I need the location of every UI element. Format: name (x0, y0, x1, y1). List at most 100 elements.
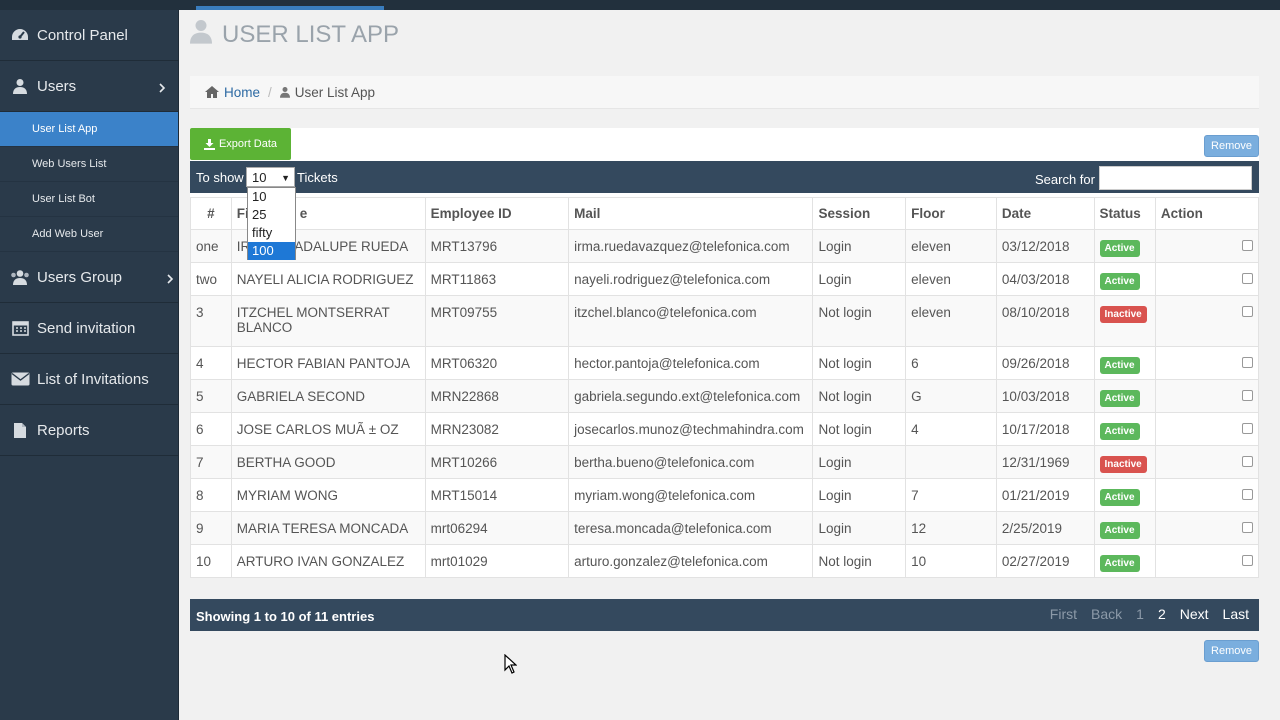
export-data-button[interactable]: Export Data (190, 128, 291, 160)
remove-button-bottom[interactable]: Remove (1204, 640, 1259, 662)
table-row: 3 ITZCHEL MONTSERRAT BLANCO MRT09755 itzche… (190, 295, 1260, 347)
calendar-icon (10, 319, 30, 337)
pager-back[interactable]: Back (1091, 606, 1122, 622)
pager-page-2[interactable]: 2 (1158, 606, 1166, 622)
user-list-panel: Export Data Remove To show 10 ▼ Tickets … (190, 128, 1260, 578)
table-row: two NAYELI ALICIA RODRIGUEZ MRT11863 nayeli… (190, 262, 1260, 296)
status-cell: Active (1093, 262, 1156, 296)
sidebar-subitem-user-list-app[interactable]: User List App (0, 112, 178, 147)
sidebar-subitem-web-users-list[interactable]: Web Users List (0, 147, 178, 182)
sidebar-subitem-add-web-user[interactable]: Add Web User (0, 217, 178, 252)
page-size-dropdown: 10 25 fifty 100 (247, 187, 296, 260)
col-header-date[interactable]: Date (995, 197, 1095, 230)
status-badge: Active (1099, 522, 1140, 539)
cell-session: Not login (812, 412, 907, 446)
pager-next[interactable]: Next (1180, 606, 1209, 622)
sidebar-item-list-of-invitations[interactable]: List of Invitations (0, 354, 178, 405)
search-input[interactable] (1099, 166, 1252, 190)
cell-num: 7 (190, 445, 232, 479)
status-cell: Active (1093, 229, 1156, 263)
page-size-option-highlighted[interactable]: 100 (248, 242, 295, 260)
cell-mail: bertha.bueno@telefonica.com (568, 445, 814, 479)
chevron-right-icon (167, 271, 174, 288)
status-cell: Inactive (1093, 295, 1156, 347)
row-select-checkbox[interactable] (1241, 456, 1253, 467)
status-cell: Active (1093, 478, 1156, 512)
status-badge: Active (1099, 273, 1140, 290)
sidebar-item-control-panel[interactable]: Control Panel (0, 10, 178, 61)
table-row: 7 BERTHA GOOD MRT10266 bertha.bueno@telefon… (190, 445, 1260, 479)
page-size-option[interactable]: 25 (248, 206, 295, 224)
row-select-checkbox[interactable] (1241, 522, 1253, 533)
cell-date: 04/03/2018 (995, 262, 1095, 296)
cell-mail: teresa.moncada@telefonica.com (568, 511, 814, 545)
col-header-mail[interactable]: Mail (568, 197, 814, 230)
action-cell (1154, 262, 1260, 296)
row-select-checkbox[interactable] (1241, 240, 1253, 251)
status-cell: Active (1093, 544, 1156, 578)
cell-date: 10/03/2018 (995, 379, 1095, 413)
breadcrumb: Home / User List App (190, 76, 1259, 109)
cell-num: 8 (190, 478, 232, 512)
cell-session: Not login (812, 544, 907, 578)
status-cell: Active (1093, 412, 1156, 446)
cell-date: 08/10/2018 (995, 295, 1095, 347)
cell-floor: 6 (905, 346, 997, 380)
page-size-select[interactable]: 10 ▼ (246, 167, 295, 187)
sidebar-item-send-invitation[interactable]: Send invitation (0, 303, 178, 354)
page-size-option[interactable]: 10 (248, 188, 295, 206)
action-cell (1154, 412, 1260, 446)
status-badge: Inactive (1099, 306, 1147, 323)
breadcrumb-home-link[interactable]: Home (224, 85, 260, 100)
cell-mail: irma.ruedavazquez@telefonica.com (568, 229, 814, 263)
page-size-option[interactable]: fifty (248, 224, 295, 242)
cell-session: Not login (812, 379, 907, 413)
remove-button-top[interactable]: Remove (1204, 135, 1259, 157)
cell-date: 2/25/2019 (995, 511, 1095, 545)
col-header-number[interactable]: # (190, 197, 232, 230)
envelope-icon (10, 370, 30, 388)
col-header-floor[interactable]: Floor (905, 197, 997, 230)
top-bar (0, 0, 1280, 10)
cell-emp: MRN22868 (424, 379, 570, 413)
col-header-session[interactable]: Session (812, 197, 907, 230)
row-select-checkbox[interactable] (1241, 390, 1253, 401)
cell-emp: MRT11863 (424, 262, 570, 296)
cell-name: JOSE CARLOS MUÃ ± OZ (230, 412, 426, 446)
cell-session: Not login (812, 346, 907, 380)
sidebar: Control Panel Users User List App Web Us… (0, 10, 179, 720)
status-badge: Active (1099, 423, 1140, 440)
status-cell: Active (1093, 379, 1156, 413)
pager-first[interactable]: First (1050, 606, 1077, 622)
cell-emp: mrt01029 (424, 544, 570, 578)
cell-floor: 10 (905, 544, 997, 578)
pager-page-1[interactable]: 1 (1136, 606, 1144, 622)
users-icon (10, 268, 30, 286)
row-select-checkbox[interactable] (1241, 489, 1253, 500)
sidebar-item-label: Reports (37, 421, 90, 439)
sidebar-item-users[interactable]: Users (0, 61, 178, 112)
cell-name: BERTHA GOOD (230, 445, 426, 479)
col-header-employee-id[interactable]: Employee ID (424, 197, 570, 230)
cell-floor: eleven (905, 229, 997, 263)
action-cell (1154, 478, 1260, 512)
page-title: USER LIST APP (190, 18, 399, 51)
row-select-checkbox[interactable] (1241, 273, 1253, 284)
action-cell (1154, 511, 1260, 545)
sidebar-item-reports[interactable]: Reports (0, 405, 178, 456)
cell-name: GABRIELA SECOND (230, 379, 426, 413)
entries-info: Showing 1 to 10 of 11 entries (196, 609, 375, 624)
page-title-text: USER LIST APP (222, 20, 399, 48)
cell-num: 6 (190, 412, 232, 446)
cell-name-end: ADALUPE RUEDA (294, 239, 409, 254)
sidebar-subitem-user-list-bot[interactable]: User List Bot (0, 182, 178, 217)
cell-num: 10 (190, 544, 232, 578)
row-select-checkbox[interactable] (1241, 357, 1253, 368)
cell-floor: 4 (905, 412, 997, 446)
row-select-checkbox[interactable] (1241, 423, 1253, 434)
col-header-status[interactable]: Status (1093, 197, 1156, 230)
row-select-checkbox[interactable] (1241, 306, 1253, 317)
pager-last[interactable]: Last (1223, 606, 1249, 622)
sidebar-item-users-group[interactable]: Users Group (0, 252, 178, 303)
row-select-checkbox[interactable] (1241, 555, 1253, 566)
